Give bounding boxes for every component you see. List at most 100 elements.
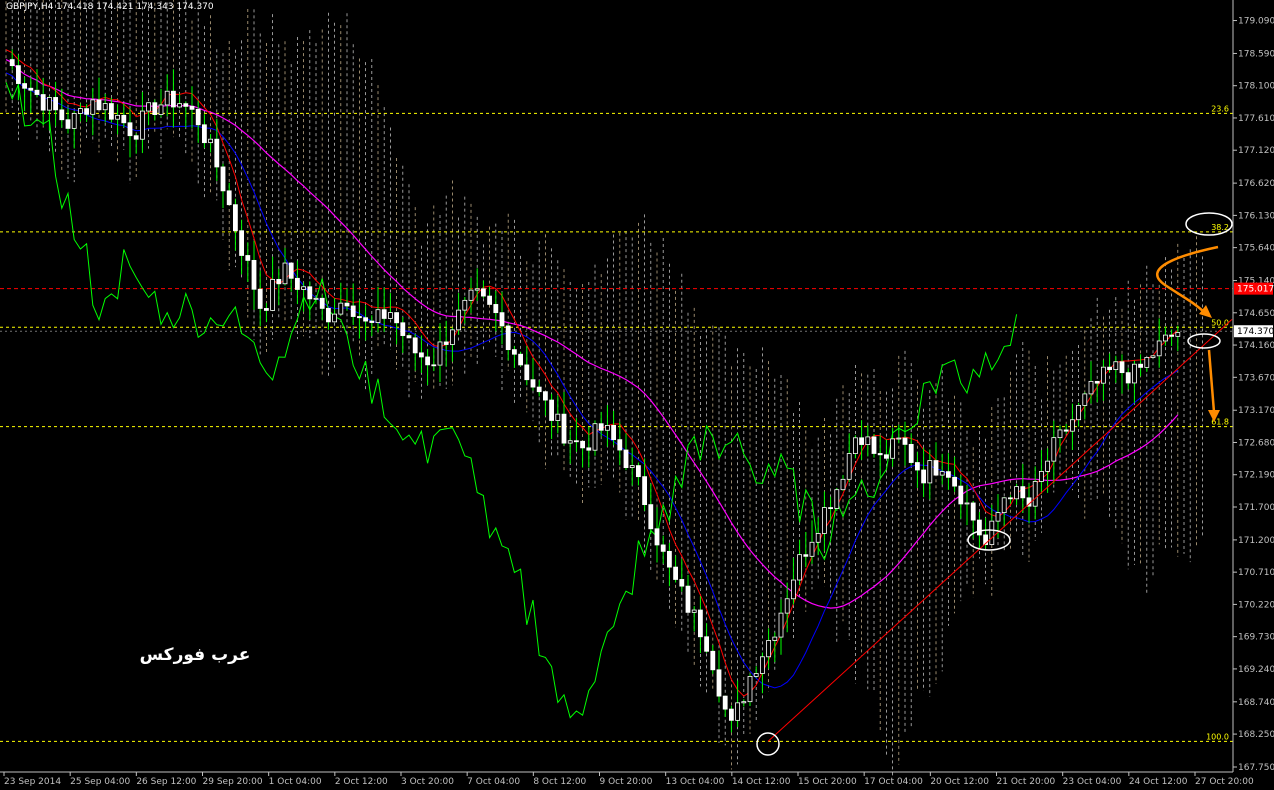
candle-body — [344, 302, 350, 307]
candle-body — [952, 476, 957, 487]
candle-body — [245, 255, 251, 261]
time-tick-label: 23 Sep 2014 — [4, 777, 61, 787]
time-tick-label: 14 Oct 12:00 — [732, 777, 791, 787]
candle-body — [549, 399, 554, 421]
candle-body — [586, 447, 592, 451]
candle-body — [1138, 363, 1143, 368]
price-tick-label: 172.680 — [1238, 438, 1274, 448]
candle-body — [350, 305, 356, 317]
candle-body — [753, 673, 759, 677]
time-tick-label: 2 Oct 12:00 — [335, 777, 388, 787]
candle-body — [90, 99, 96, 115]
candle-body — [127, 122, 133, 137]
candle-body — [598, 423, 604, 431]
candle-body — [387, 312, 393, 319]
candle-body — [363, 317, 369, 322]
candle-body — [964, 502, 970, 505]
candle-body — [939, 471, 945, 476]
candle-body — [189, 105, 195, 110]
price-tick-label: 168.740 — [1238, 698, 1274, 708]
candle-body — [288, 262, 294, 279]
candle-body — [257, 288, 263, 309]
candle-body — [536, 386, 542, 393]
candle-body — [294, 277, 300, 290]
time-tick-label: 20 Oct 12:00 — [930, 777, 989, 787]
candle-body — [1169, 334, 1174, 337]
candle-body — [226, 190, 232, 206]
candle-body — [1125, 372, 1131, 384]
candle-body — [1094, 380, 1100, 384]
fib-level-label: 50.0 — [1211, 318, 1229, 327]
candle-body — [1150, 355, 1156, 358]
candle-body — [183, 103, 189, 107]
candle-body — [505, 325, 511, 351]
resistance-price-label: 175.017 — [1237, 285, 1274, 295]
candle-body — [34, 89, 40, 95]
price-tick-label: 170.710 — [1238, 568, 1274, 578]
candle-body — [319, 297, 325, 309]
candle-body — [611, 425, 616, 441]
price-tick-label: 176.620 — [1238, 179, 1274, 189]
candle-body — [443, 341, 449, 345]
candle-body — [71, 113, 77, 129]
candle-body — [22, 83, 28, 89]
time-tick-label: 7 Oct 04:00 — [467, 777, 520, 787]
candle-body — [462, 299, 468, 311]
time-tick-label: 26 Sep 12:00 — [136, 777, 196, 787]
watermark-text: عرب فوركس — [140, 645, 251, 665]
candle-body — [263, 308, 269, 311]
candle-body — [760, 656, 765, 674]
fib-level-label: 100.0 — [1206, 732, 1229, 741]
price-tick-label: 173.670 — [1238, 373, 1274, 383]
candle-body — [449, 329, 455, 345]
candle-body — [617, 439, 623, 451]
candle-body — [282, 262, 288, 285]
candle-body — [927, 460, 933, 484]
candle-body — [1082, 393, 1088, 406]
candle-body — [9, 59, 15, 67]
candle-body — [921, 469, 926, 484]
candle-body — [636, 465, 641, 478]
price-tick-label: 168.250 — [1238, 730, 1274, 740]
candle-body — [220, 166, 226, 192]
candle-body — [915, 462, 920, 471]
candle-body — [412, 337, 418, 354]
candle-body — [1175, 332, 1181, 337]
candle-body — [1039, 471, 1044, 482]
candle-body — [15, 65, 21, 84]
candle-body — [784, 598, 790, 614]
candle-body — [698, 609, 703, 638]
time-tick-label: 27 Oct 20:00 — [1195, 777, 1254, 787]
candle-body — [307, 286, 313, 300]
price-tick-label: 174.160 — [1238, 341, 1274, 351]
price-tick-label: 172.190 — [1238, 471, 1274, 481]
candle-body — [493, 304, 499, 314]
candle-body — [1101, 366, 1106, 384]
candle-body — [989, 520, 995, 545]
candle-body — [958, 485, 964, 505]
candle-body — [59, 109, 65, 121]
candle-body — [679, 579, 685, 587]
fib-level-label: 23.6 — [1211, 104, 1229, 113]
current-price-label: 174.370 — [1237, 327, 1274, 337]
candle-body — [685, 585, 691, 613]
candle-body — [1163, 334, 1168, 342]
candle-body — [747, 675, 753, 703]
candle-body — [592, 423, 598, 451]
price-tick-label: 171.700 — [1238, 503, 1274, 513]
time-tick-label: 25 Sep 04:00 — [70, 777, 130, 787]
candle-body — [406, 335, 412, 339]
candle-body — [970, 502, 976, 521]
candle-body — [251, 259, 257, 290]
candle-body — [772, 636, 778, 641]
candle-body — [84, 108, 89, 115]
price-tick-label: 177.610 — [1238, 114, 1274, 124]
time-tick-label: 9 Oct 20:00 — [600, 777, 653, 787]
candle-body — [480, 288, 486, 297]
candle-body — [381, 309, 387, 319]
candle-body — [766, 640, 771, 658]
candle-body — [418, 352, 424, 358]
candle-body — [1113, 361, 1119, 371]
candle-body — [642, 476, 647, 506]
candle-body — [40, 94, 46, 111]
